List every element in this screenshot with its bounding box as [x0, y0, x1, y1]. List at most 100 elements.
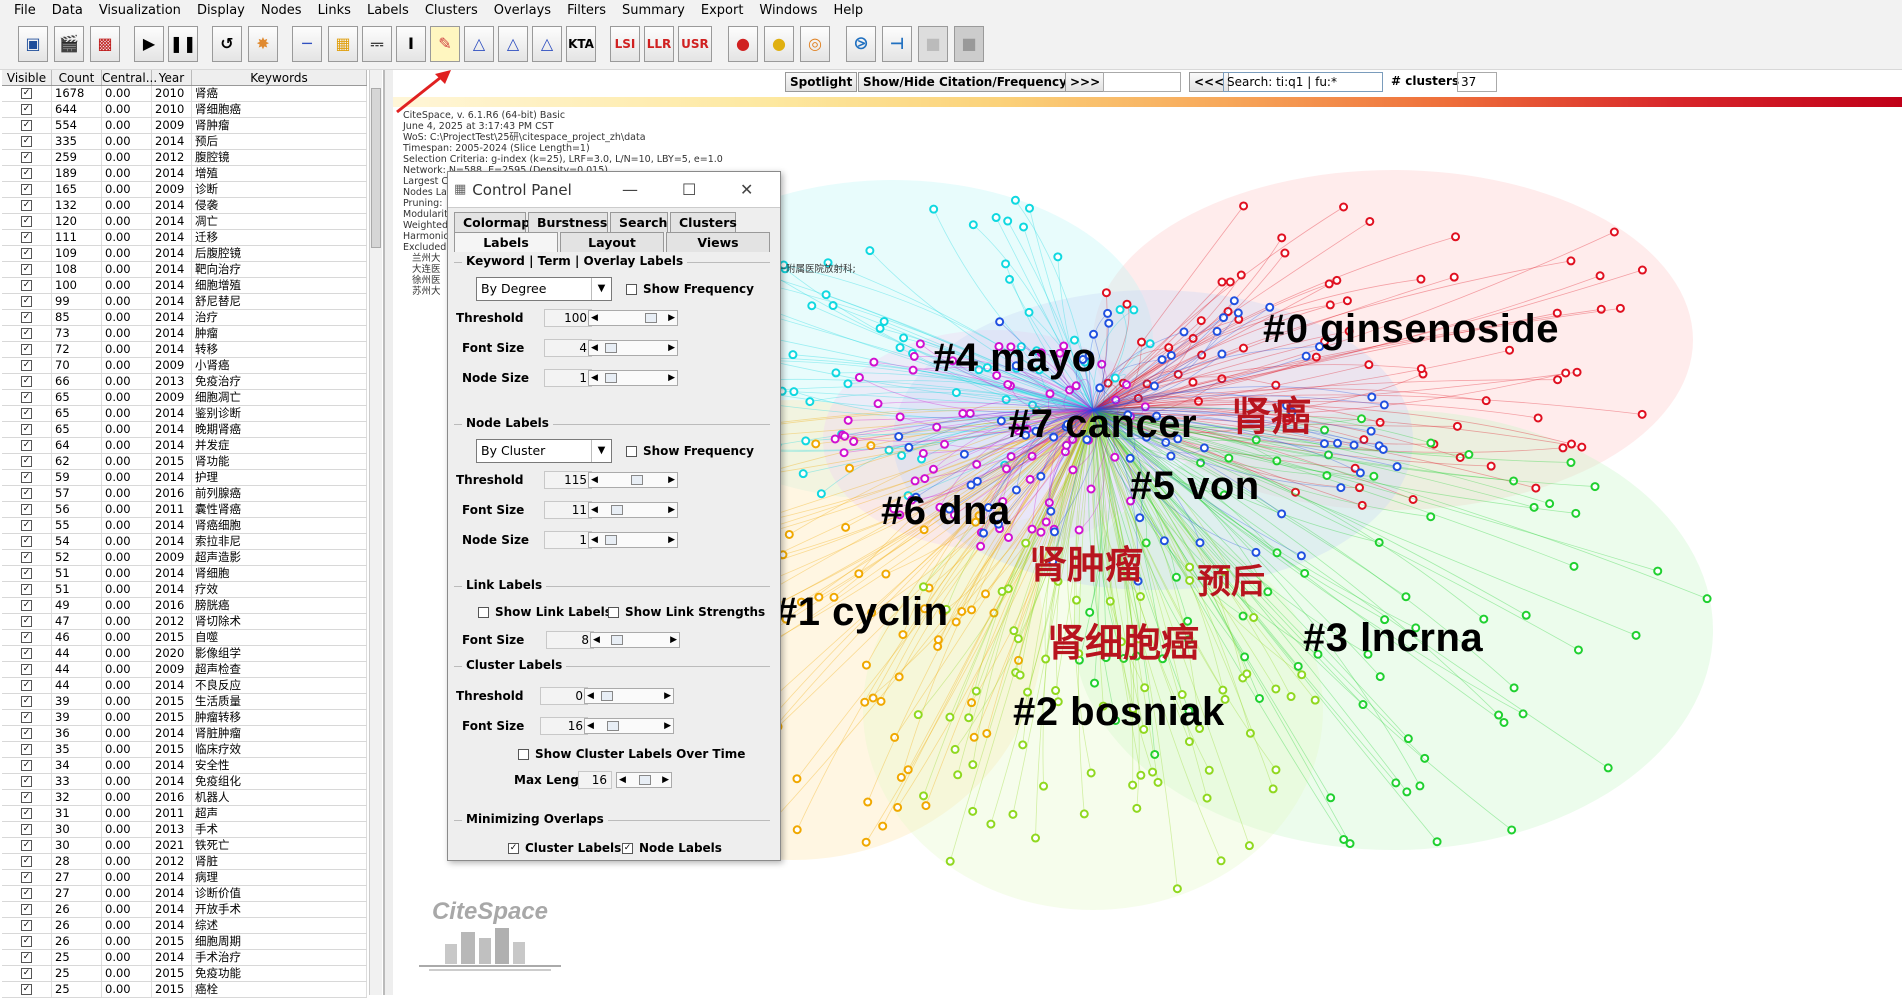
node[interactable]: [1196, 316, 1206, 326]
node[interactable]: [981, 589, 991, 599]
menu-labels[interactable]: Labels: [359, 0, 417, 21]
close-icon[interactable]: ✕: [740, 180, 753, 199]
cl-font-size-input[interactable]: 16: [540, 717, 588, 735]
node[interactable]: [1202, 793, 1212, 803]
control-panel-titlebar[interactable]: ▦ Control Panel — ☐ ✕: [448, 172, 780, 208]
refresh-layout-icon[interactable]: ↺: [212, 26, 242, 62]
node[interactable]: [1046, 506, 1056, 516]
menu-file[interactable]: File: [6, 0, 44, 21]
node[interactable]: [1129, 305, 1139, 315]
node[interactable]: [1451, 232, 1461, 242]
minimize-icon[interactable]: —: [622, 180, 638, 199]
visible-checkbox[interactable]: ✓: [2, 406, 52, 421]
kw-show-frequency-checkbox[interactable]: Show Frequency: [626, 282, 754, 296]
node[interactable]: [913, 710, 923, 720]
filter-icon[interactable]: ⎓: [362, 26, 392, 62]
nl-font-size-slider[interactable]: ◀ ▶: [588, 502, 678, 518]
node[interactable]: [841, 522, 851, 532]
node[interactable]: [1416, 274, 1426, 284]
table-row[interactable]: ✓ 70 0.00 2009 小肾癌: [2, 358, 367, 374]
node[interactable]: [1041, 517, 1051, 527]
visible-checkbox[interactable]: ✓: [2, 262, 52, 277]
node[interactable]: [1355, 468, 1365, 478]
node[interactable]: [1509, 683, 1519, 693]
node[interactable]: [1615, 303, 1625, 313]
visible-checkbox[interactable]: ✓: [2, 838, 52, 853]
node[interactable]: [1263, 587, 1273, 597]
tab-clusters[interactable]: Clusters: [670, 212, 737, 232]
tab-search[interactable]: Search: [610, 212, 668, 232]
visible-checkbox[interactable]: ✓: [2, 278, 52, 293]
node[interactable]: [1637, 409, 1647, 419]
node[interactable]: [921, 801, 931, 811]
node[interactable]: [861, 660, 871, 670]
visible-checkbox[interactable]: ✓: [2, 150, 52, 165]
node[interactable]: [1001, 259, 1011, 269]
node[interactable]: [1573, 645, 1583, 655]
node[interactable]: [1301, 351, 1311, 361]
node[interactable]: [1240, 652, 1250, 662]
node[interactable]: [1079, 809, 1089, 819]
pause-icon[interactable]: ❚❚: [168, 26, 198, 62]
visible-checkbox[interactable]: ✓: [2, 598, 52, 613]
show-link-strengths-checkbox[interactable]: Show Link Strengths: [608, 605, 765, 619]
table-row[interactable]: ✓ 85 0.00 2014 治疗: [2, 310, 367, 326]
node[interactable]: [1103, 308, 1113, 318]
node[interactable]: [1631, 630, 1641, 640]
node[interactable]: [1596, 304, 1606, 314]
node[interactable]: [807, 301, 817, 311]
node[interactable]: [1379, 400, 1389, 410]
next-button[interactable]: >>>: [1065, 72, 1106, 92]
node[interactable]: [968, 220, 978, 230]
node[interactable]: [1545, 499, 1555, 509]
min-cluster-labels-checkbox[interactable]: ✓ Cluster Labels: [508, 841, 621, 855]
node[interactable]: [843, 379, 853, 389]
node[interactable]: [1159, 536, 1169, 546]
node[interactable]: [1637, 265, 1647, 275]
table-row[interactable]: ✓ 109 0.00 2014 后腹腔镜: [2, 246, 367, 262]
node[interactable]: [1521, 610, 1531, 620]
kw-node-size-input[interactable]: 1: [544, 369, 592, 387]
visible-checkbox[interactable]: ✓: [2, 294, 52, 309]
node[interactable]: [1122, 299, 1132, 309]
node[interactable]: [1013, 634, 1023, 644]
node[interactable]: [1702, 594, 1712, 604]
cluster-label-0[interactable]: #0 ginsenoside: [1263, 307, 1559, 352]
table-row[interactable]: ✓ 26 0.00 2014 综述: [2, 918, 367, 934]
table-row[interactable]: ✓ 44 0.00 2014 不良反应: [2, 678, 367, 694]
node[interactable]: [811, 439, 821, 449]
visible-checkbox[interactable]: ✓: [2, 758, 52, 773]
node[interactable]: [854, 569, 864, 579]
node[interactable]: [1342, 296, 1352, 306]
table-row[interactable]: ✓ 335 0.00 2014 预后: [2, 134, 367, 150]
node[interactable]: [1296, 551, 1306, 561]
table-row[interactable]: ✓ 100 0.00 2014 细胞增殖: [2, 278, 367, 294]
node[interactable]: [860, 697, 870, 707]
table-row[interactable]: ✓ 36 0.00 2014 肾脏肿瘤: [2, 726, 367, 742]
table-row[interactable]: ✓ 120 0.00 2014 凋亡: [2, 214, 367, 230]
tab-views[interactable]: Views: [666, 232, 770, 252]
node[interactable]: [1003, 532, 1013, 542]
node[interactable]: [1339, 202, 1349, 212]
visible-checkbox[interactable]: ✓: [2, 902, 52, 917]
node[interactable]: [881, 569, 891, 579]
table-row[interactable]: ✓ 39 0.00 2015 肿瘤转移: [2, 710, 367, 726]
kw-font-size-input[interactable]: 4: [544, 339, 592, 357]
node[interactable]: [1153, 777, 1163, 787]
node[interactable]: [854, 372, 864, 382]
visible-checkbox[interactable]: ✓: [2, 806, 52, 821]
cluster-label-2[interactable]: #2 bosniak: [1013, 690, 1225, 735]
node[interactable]: [861, 837, 871, 847]
menu-export[interactable]: Export: [693, 0, 752, 21]
node[interactable]: [863, 797, 873, 807]
node[interactable]: [1024, 203, 1034, 213]
node[interactable]: [1375, 417, 1385, 427]
node[interactable]: [1609, 227, 1619, 237]
node[interactable]: [1531, 483, 1541, 493]
kw-threshold-slider[interactable]: ◀ ▶: [588, 310, 678, 326]
table-row[interactable]: ✓ 72 0.00 2014 转移: [2, 342, 367, 358]
visible-checkbox[interactable]: ✓: [2, 358, 52, 373]
visible-checkbox[interactable]: ✓: [2, 246, 52, 261]
node-label-shenzhongliu[interactable]: 肾肿瘤: [1029, 534, 1143, 589]
visible-checkbox[interactable]: ✓: [2, 454, 52, 469]
